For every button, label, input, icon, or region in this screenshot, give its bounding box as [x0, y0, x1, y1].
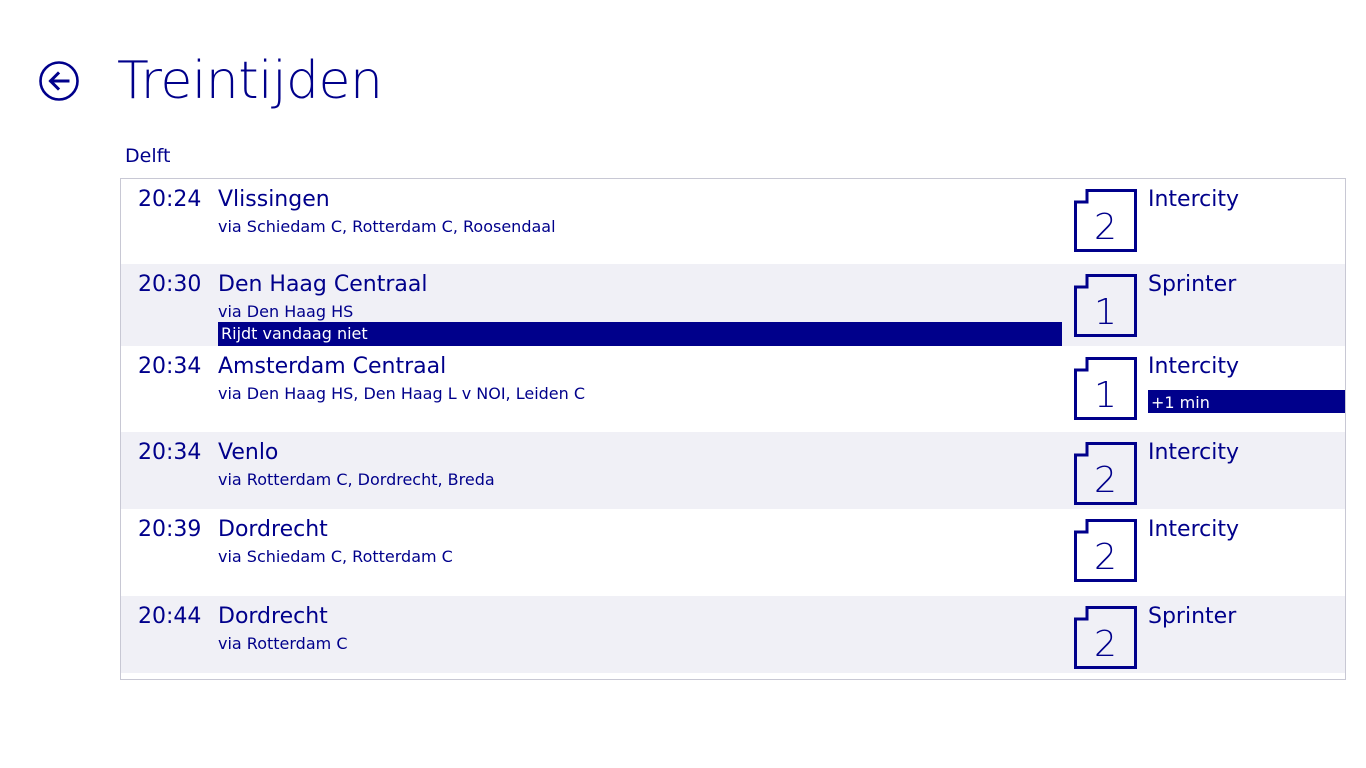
via-stations: via Schiedam C, Rotterdam C, Roosendaal [218, 217, 556, 236]
platform-number: 2 [1094, 624, 1117, 665]
via-stations: via Den Haag HS, Den Haag L v NOI, Leide… [218, 384, 586, 403]
via-stations: via Schiedam C, Rotterdam C [218, 547, 453, 566]
destination: Amsterdam Centraal [218, 354, 447, 379]
departure-time: 20:24 [138, 187, 202, 212]
train-type: Intercity [1148, 354, 1240, 379]
back-arrow-icon [39, 61, 79, 101]
departure-row[interactable]: 20:30 Den Haag Centraal via Den Haag HS … [121, 264, 1345, 346]
destination: Venlo [218, 440, 279, 465]
platform-sign: 2 [1074, 606, 1137, 669]
departure-row[interactable]: 20:24 Vlissingen via Schiedam C, Rotterd… [121, 179, 1345, 264]
departure-time: 20:34 [138, 354, 202, 379]
platform-number: 1 [1094, 375, 1117, 416]
train-type: Sprinter [1148, 272, 1237, 297]
departure-row[interactable]: 20:44 Dordrecht via Rotterdam C 2 Sprint… [121, 596, 1345, 673]
page-title: Treintijden [117, 51, 383, 111]
station-name: Delft [125, 145, 171, 167]
platform-sign: 1 [1074, 274, 1137, 337]
platform-number: 2 [1094, 537, 1117, 578]
train-type: Intercity [1148, 440, 1240, 465]
destination: Vlissingen [218, 187, 330, 212]
cancellation-notice: Rijdt vandaag niet [218, 322, 1062, 346]
platform-sign: 2 [1074, 442, 1137, 505]
departure-time: 20:30 [138, 272, 202, 297]
train-type: Sprinter [1148, 604, 1237, 629]
departure-row[interactable]: 20:39 Dordrecht via Schiedam C, Rotterda… [121, 509, 1345, 596]
departure-time: 20:44 [138, 604, 202, 629]
platform-sign: 2 [1074, 189, 1137, 252]
train-type: Intercity [1148, 187, 1240, 212]
destination: Dordrecht [218, 604, 328, 629]
via-stations: via Rotterdam C, Dordrecht, Breda [218, 470, 495, 489]
delay-badge: +1 min [1148, 390, 1345, 413]
departure-row[interactable]: 20:34 Venlo via Rotterdam C, Dordrecht, … [121, 432, 1345, 509]
destination: Dordrecht [218, 517, 328, 542]
destination: Den Haag Centraal [218, 272, 428, 297]
platform-sign: 1 [1074, 357, 1137, 420]
departure-board: 20:24 Vlissingen via Schiedam C, Rotterd… [120, 178, 1346, 680]
via-stations: via Den Haag HS [218, 302, 354, 321]
platform-number: 2 [1094, 207, 1117, 248]
platform-number: 1 [1094, 292, 1117, 333]
platform-sign: 2 [1074, 519, 1137, 582]
train-type: Intercity [1148, 517, 1240, 542]
platform-number: 2 [1094, 460, 1117, 501]
back-button[interactable] [39, 61, 79, 101]
departure-time: 20:34 [138, 440, 202, 465]
departure-row[interactable]: 20:34 Amsterdam Centraal via Den Haag HS… [121, 346, 1345, 432]
via-stations: via Rotterdam C [218, 634, 348, 653]
departure-time: 20:39 [138, 517, 202, 542]
